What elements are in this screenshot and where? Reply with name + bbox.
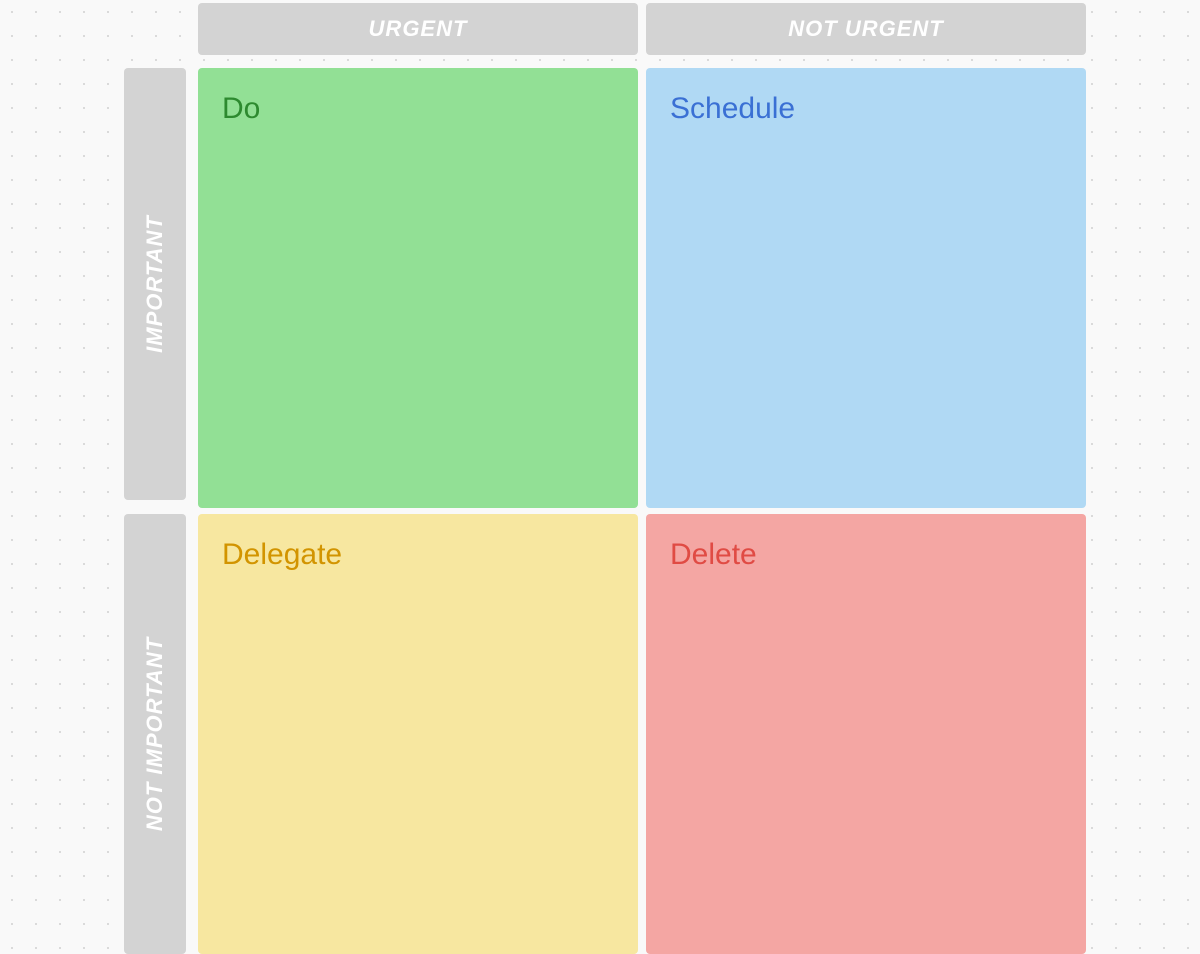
row-header-important-label: IMPORTANT — [142, 215, 168, 353]
row-header-not-important: NOT IMPORTANT — [124, 514, 186, 954]
column-header-not-urgent: NOT URGENT — [646, 3, 1086, 55]
quadrant-do-label: Do — [222, 92, 614, 126]
quadrant-delete-label: Delete — [670, 538, 1062, 572]
column-header-urgent-label: URGENT — [369, 16, 468, 42]
quadrant-schedule-label: Schedule — [670, 92, 1062, 126]
quadrant-delegate[interactable]: Delegate — [198, 514, 638, 954]
eisenhower-matrix: URGENT NOT URGENT IMPORTANT NOT IMPORTAN… — [0, 0, 1200, 954]
quadrant-delegate-label: Delegate — [222, 538, 614, 572]
row-header-important: IMPORTANT — [124, 68, 186, 500]
quadrant-schedule[interactable]: Schedule — [646, 68, 1086, 508]
quadrant-delete[interactable]: Delete — [646, 514, 1086, 954]
row-header-not-important-label: NOT IMPORTANT — [142, 637, 168, 831]
quadrant-do[interactable]: Do — [198, 68, 638, 508]
column-header-not-urgent-label: NOT URGENT — [788, 16, 943, 42]
column-header-urgent: URGENT — [198, 3, 638, 55]
